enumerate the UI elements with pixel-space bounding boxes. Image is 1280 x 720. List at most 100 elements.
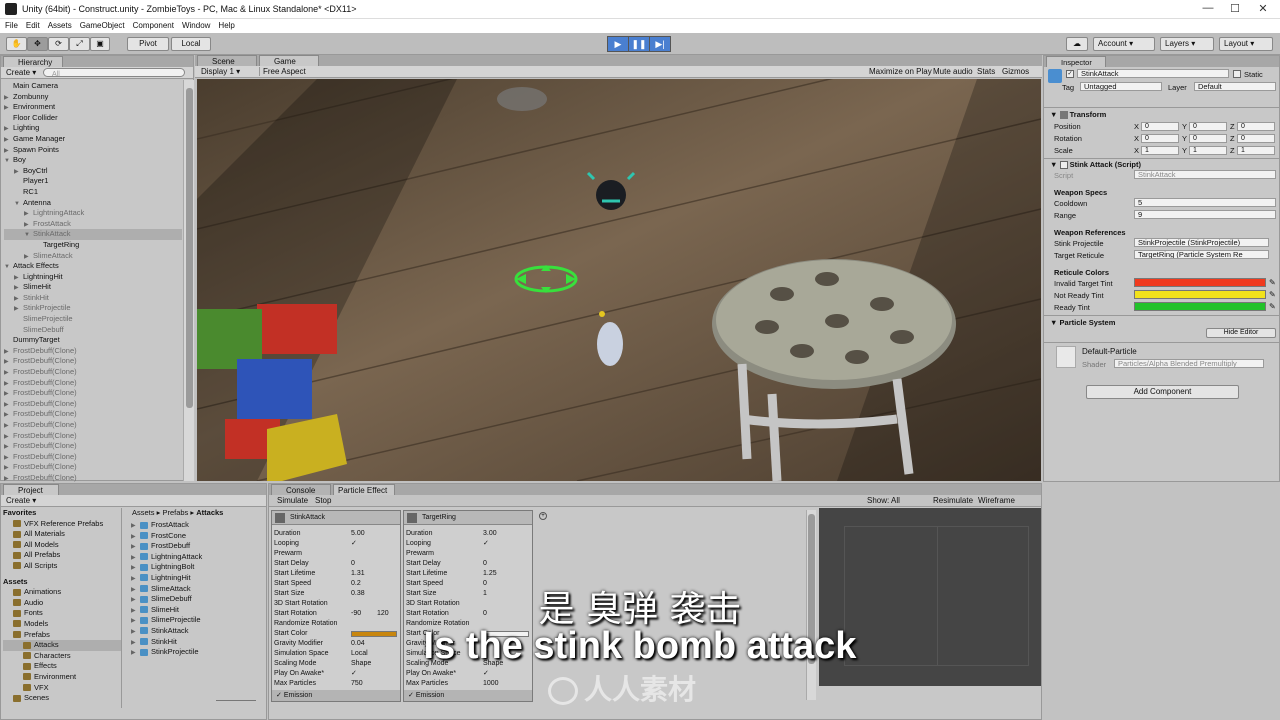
particle-system-header[interactable]: ▼ Particle System [1050, 318, 1115, 327]
gizmos-dropdown[interactable]: Gizmos [1002, 67, 1029, 76]
particle-property-value[interactable]: 1000 [483, 679, 499, 689]
eyedropper-icon[interactable]: ✎ [1269, 278, 1276, 287]
local-button[interactable]: Local [171, 37, 211, 51]
hierarchy-item[interactable]: ▶ Spawn Points [4, 145, 182, 156]
tag-dropdown[interactable]: Untagged [1080, 82, 1162, 91]
scale-tool-icon[interactable]: ⤢ [69, 37, 90, 51]
project-file-item[interactable]: ▶ FrostCone [131, 531, 261, 542]
hierarchy-item[interactable]: ▶ FrostDebuff(Clone) [4, 441, 182, 452]
project-folder-item[interactable]: VFX [3, 683, 121, 694]
transform-z-field[interactable]: 1 [1237, 146, 1275, 155]
hierarchy-scroll-thumb[interactable] [186, 88, 193, 408]
project-folder-item[interactable]: All Materials [3, 529, 121, 540]
simulate-button[interactable]: Simulate [277, 496, 308, 505]
hierarchy-item[interactable]: ▶ FrostDebuff(Clone) [4, 388, 182, 399]
hierarchy-item[interactable]: RC1 [4, 187, 182, 198]
particle-property-value[interactable]: 3.00 [483, 529, 497, 539]
project-create-button[interactable]: Create ▾ [6, 496, 36, 505]
hierarchy-item[interactable]: ▶ Environment [4, 102, 182, 113]
stink-projectile-field[interactable]: StinkProjectile (StinkProjectile) [1134, 238, 1269, 247]
hierarchy-item[interactable]: ▼ Attack Effects [4, 261, 182, 272]
hierarchy-item[interactable]: SlimeProjectile [4, 314, 182, 325]
particle-property-value[interactable]: 1.25 [483, 569, 497, 579]
maximize-icon[interactable]: ☐ [1225, 2, 1245, 16]
hierarchy-item[interactable]: ▶ FrostDebuff(Clone) [4, 346, 182, 357]
transform-x-field[interactable]: 0 [1141, 134, 1179, 143]
minimize-icon[interactable]: — [1198, 2, 1218, 16]
transform-header[interactable]: ▼ Transform [1050, 110, 1106, 120]
expand-arrow-icon[interactable]: ▼ [24, 230, 33, 241]
add-system-icon[interactable]: + [539, 512, 547, 520]
object-name-field[interactable]: StinkAttack [1077, 69, 1229, 78]
hierarchy-item[interactable]: DummyTarget [4, 335, 182, 346]
cooldown-field[interactable]: 5 [1134, 198, 1276, 207]
hierarchy-item[interactable]: ▶ LightningHit [4, 272, 182, 283]
expand-arrow-icon[interactable]: ▶ [4, 135, 13, 146]
hierarchy-item[interactable]: ▼ Boy [4, 155, 182, 166]
target-reticule-field[interactable]: TargetRing (Particle System Re [1134, 250, 1269, 259]
tab-scene[interactable]: Scene [197, 55, 257, 66]
hierarchy-item[interactable]: Main Camera [4, 81, 182, 92]
tab-inspector[interactable]: Inspector [1046, 56, 1106, 67]
close-icon[interactable]: ✕ [1253, 2, 1273, 16]
hierarchy-item[interactable]: ▶ Lighting [4, 123, 182, 134]
invalid-tint-color-swatch[interactable] [1134, 278, 1266, 287]
hierarchy-item[interactable]: ▶ FrostDebuff(Clone) [4, 473, 182, 484]
transform-x-field[interactable]: 0 [1141, 122, 1179, 131]
range-field[interactable]: 9 [1134, 210, 1276, 219]
pivot-button[interactable]: Pivot [127, 37, 169, 51]
project-folder-item[interactable]: All Scripts [3, 561, 121, 572]
hierarchy-item[interactable]: ▶ FrostDebuff(Clone) [4, 462, 182, 473]
hierarchy-item[interactable]: ▶ Zombunny [4, 92, 182, 103]
transform-y-field[interactable]: 0 [1189, 122, 1227, 131]
hierarchy-item[interactable]: ▶ FrostDebuff(Clone) [4, 452, 182, 463]
project-folder-item[interactable]: Favorites [3, 508, 121, 519]
aspect-dropdown[interactable]: Free Aspect [259, 67, 364, 76]
hierarchy-item[interactable]: SlimeDebuff [4, 325, 182, 336]
hierarchy-item[interactable]: ▶ LightningAttack [4, 208, 182, 219]
particle-property-value[interactable]: 750 [351, 679, 363, 689]
hierarchy-item[interactable]: ▶ FrostDebuff(Clone) [4, 399, 182, 410]
hand-tool-icon[interactable]: ✋ [6, 37, 27, 51]
particle-property-value[interactable]: 0 [351, 559, 355, 569]
particle-property-value[interactable]: 1.31 [351, 569, 365, 579]
display-dropdown[interactable]: Display 1 ▾ [201, 67, 240, 76]
menu-help[interactable]: Help [218, 19, 234, 33]
breadcrumb-attacks[interactable]: Attacks [196, 508, 223, 517]
hierarchy-item[interactable]: ▶ FrostDebuff(Clone) [4, 367, 182, 378]
emission-module-header[interactable]: ✓ Emission [272, 690, 400, 701]
menu-window[interactable]: Window [182, 19, 210, 33]
tab-hierarchy[interactable]: Hierarchy [3, 56, 63, 67]
mute-audio-toggle[interactable]: Mute audio [933, 67, 973, 76]
particle-property-value[interactable]: ✓ [483, 669, 489, 679]
play-button[interactable]: ▶ [607, 36, 629, 52]
expand-arrow-icon[interactable]: ▼ [4, 262, 13, 273]
hierarchy-item[interactable]: ▶ FrostDebuff(Clone) [4, 378, 182, 389]
ready-tint-color-swatch[interactable] [1134, 302, 1266, 311]
pause-button[interactable]: ❚❚ [628, 36, 650, 52]
project-file-item[interactable]: ▶ FrostAttack [131, 520, 261, 531]
hierarchy-item[interactable]: ▶ SlimeAttack [4, 251, 182, 262]
shader-dropdown[interactable]: Particles/Alpha Blended Premultiply [1114, 359, 1264, 368]
expand-arrow-icon[interactable]: ▼ [4, 156, 13, 167]
layout-dropdown[interactable]: Layout ▾ [1219, 37, 1273, 51]
project-folder-item[interactable]: Scenes [3, 693, 121, 704]
hierarchy-item[interactable]: ▶ StinkHit [4, 293, 182, 304]
cloud-icon[interactable]: ☁ [1066, 37, 1088, 51]
hierarchy-item[interactable]: ▶ FrostDebuff(Clone) [4, 356, 182, 367]
hierarchy-item[interactable]: Floor Collider [4, 113, 182, 124]
eyedropper-icon[interactable]: ✎ [1269, 302, 1276, 311]
add-component-button[interactable]: Add Component [1086, 385, 1239, 399]
project-folder-item[interactable]: All Models [3, 540, 121, 551]
stop-button[interactable]: Stop [315, 496, 331, 505]
hierarchy-item[interactable]: ▶ StinkProjectile [4, 303, 182, 314]
project-file-item[interactable]: ▶ FrostDebuff [131, 541, 261, 552]
menu-component[interactable]: Component [133, 19, 174, 33]
account-dropdown[interactable]: Account ▾ [1093, 37, 1155, 51]
hide-editor-button[interactable]: Hide Editor [1206, 328, 1276, 338]
hierarchy-item[interactable]: ▼ StinkAttack [4, 229, 182, 240]
breadcrumb-prefabs[interactable]: Prefabs [162, 508, 188, 517]
hierarchy-item[interactable]: ▶ FrostDebuff(Clone) [4, 431, 182, 442]
menu-assets[interactable]: Assets [48, 19, 72, 33]
active-checkbox[interactable]: ✓ [1066, 70, 1074, 78]
